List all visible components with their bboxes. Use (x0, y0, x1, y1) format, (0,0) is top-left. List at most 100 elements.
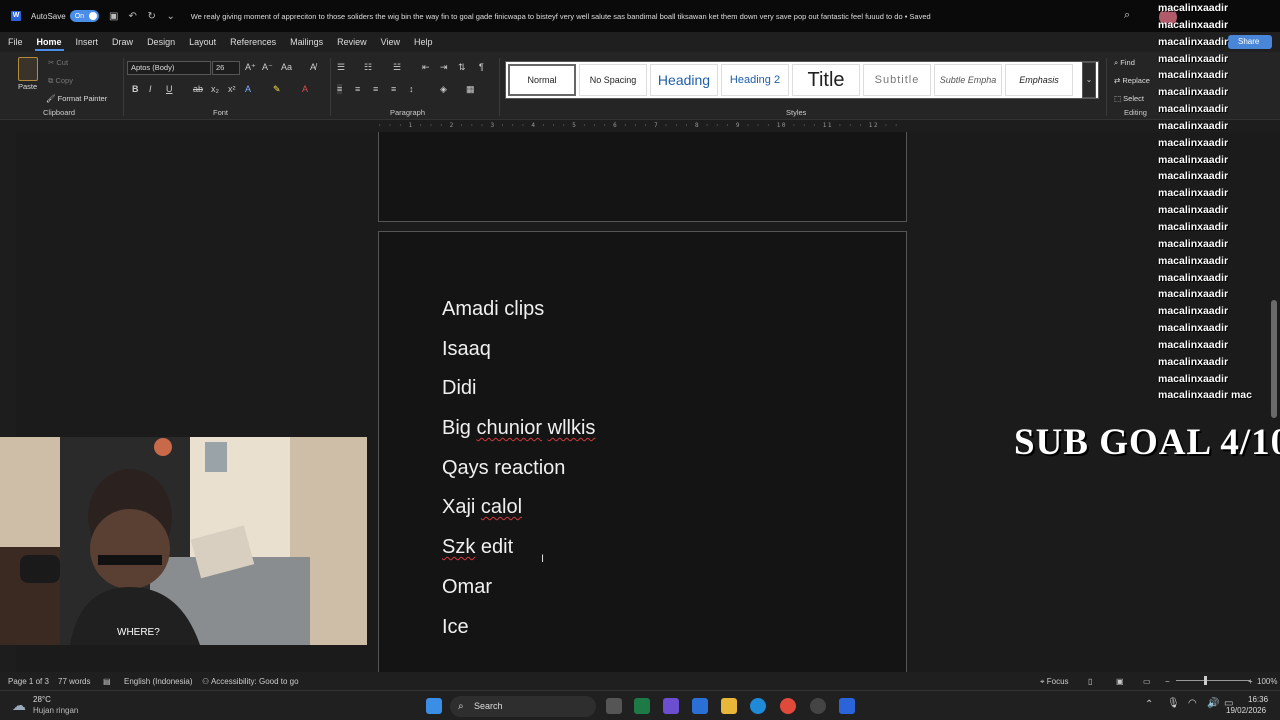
shrink-font-icon[interactable]: A⁻ (262, 62, 273, 73)
change-case-icon[interactable]: Aa (281, 62, 292, 72)
m365-icon[interactable] (663, 698, 679, 714)
highlight-icon[interactable]: ✎ (273, 84, 281, 95)
sort-icon[interactable]: ⇅ (458, 62, 466, 73)
style-normal[interactable]: Normal (508, 64, 576, 96)
read-mode-icon[interactable]: ▯ (1088, 677, 1092, 686)
style-subtitle[interactable]: Subtitle (863, 64, 931, 96)
taskbar-search[interactable]: ⌕ Search (450, 696, 596, 717)
italic-icon[interactable]: I (149, 84, 152, 94)
style-title[interactable]: Title (792, 64, 860, 96)
font-color-icon[interactable]: A (302, 84, 308, 94)
strikethrough-icon[interactable]: ab (193, 84, 203, 94)
tab-view[interactable]: View (373, 32, 406, 52)
tab-review[interactable]: Review (329, 32, 373, 52)
justify-icon[interactable]: ≡ (391, 84, 396, 94)
increase-indent-icon[interactable]: ⇥ (440, 62, 448, 73)
clock-time[interactable]: 16:36 (1248, 695, 1268, 704)
tab-references[interactable]: References (222, 32, 282, 52)
excel-icon[interactable] (634, 698, 650, 714)
style-heading-2[interactable]: Heading 2 (721, 64, 789, 96)
styles-more-button[interactable]: ⌄ (1082, 62, 1096, 98)
customize-qat-icon[interactable]: ⌄ (164, 11, 178, 22)
word-icon[interactable] (839, 698, 855, 714)
shading-icon[interactable]: ◈ (440, 84, 447, 95)
decrease-indent-icon[interactable]: ⇤ (422, 62, 430, 73)
style-emphasis[interactable]: Emphasis (1005, 64, 1073, 96)
chrome-icon[interactable] (780, 698, 796, 714)
underline-icon[interactable]: U (166, 84, 173, 94)
microphone-icon[interactable]: 🎙 (1167, 698, 1180, 709)
language-indicator[interactable]: English (Indonesia) (124, 677, 192, 686)
weather-temp[interactable]: 28°C (33, 695, 51, 704)
weather-desc[interactable]: Hujan ringan (33, 706, 78, 715)
tab-design[interactable]: Design (139, 32, 181, 52)
grow-font-icon[interactable]: A⁺ (245, 62, 256, 73)
doc-word-misspelled[interactable]: calol (481, 496, 522, 518)
font-name-dropdown[interactable]: Aptos (Body) (127, 61, 211, 75)
zoom-out-icon[interactable]: − (1165, 677, 1170, 686)
tab-home[interactable]: Home (29, 32, 68, 52)
show-marks-icon[interactable]: ¶ (479, 62, 484, 72)
paste-icon[interactable] (18, 57, 38, 81)
doc-line[interactable]: Szk edit (442, 536, 513, 559)
weather-icon[interactable]: ☁ (12, 697, 26, 714)
edge-icon[interactable] (750, 698, 766, 714)
document-title[interactable]: We realy giving moment of appreciton to … (191, 12, 931, 21)
select-button[interactable]: ⬚ Select (1114, 94, 1144, 103)
word-count[interactable]: 77 words (58, 677, 90, 686)
focus-button[interactable]: ⌖ Focus (1040, 677, 1069, 687)
doc-line[interactable]: Qays reaction (442, 457, 565, 480)
save-icon[interactable]: ▣ (107, 11, 121, 22)
doc-line[interactable]: Omar (442, 576, 492, 599)
doc-line[interactable]: Didi (442, 377, 476, 400)
page-count[interactable]: Page 1 of 3 (8, 677, 49, 686)
superscript-icon[interactable]: x² (228, 84, 236, 94)
accessibility-checker[interactable]: ⚇ Accessibility: Good to go (202, 677, 299, 686)
horizontal-ruler[interactable]: · · · 1 · · · 2 · · · 3 · · · 4 · · · 5 … (0, 120, 1280, 132)
web-layout-icon[interactable]: ▭ (1143, 677, 1151, 686)
doc-line[interactable]: Isaaq (442, 338, 491, 361)
file-explorer-icon[interactable] (721, 698, 737, 714)
store-icon[interactable] (692, 698, 708, 714)
align-right-icon[interactable]: ≡ (373, 84, 378, 94)
clock-date[interactable]: 19/02/2026 (1226, 706, 1266, 715)
tab-file[interactable]: File (0, 32, 29, 52)
redo-icon[interactable]: ↻ (145, 11, 159, 22)
bullets-icon[interactable]: ☰ (337, 62, 345, 73)
tab-mailings[interactable]: Mailings (282, 32, 329, 52)
undo-icon[interactable]: ↶ (126, 11, 140, 22)
style-subtle-emphasis[interactable]: Subtle Empha (934, 64, 1002, 96)
task-view-icon[interactable] (606, 698, 622, 714)
format-painter-button[interactable]: 🖌 Format Painter (46, 94, 107, 103)
doc-line[interactable]: Amadi clips (442, 298, 544, 321)
doc-line[interactable]: Xaji calol (442, 496, 522, 519)
zoom-slider[interactable] (1176, 680, 1250, 681)
tab-draw[interactable]: Draw (104, 32, 139, 52)
clear-formatting-icon[interactable]: A̸ (310, 62, 316, 72)
borders-icon[interactable]: ▦ (466, 84, 475, 95)
align-center-icon[interactable]: ≡ (355, 84, 360, 94)
copy-button[interactable]: ⧉ Copy (48, 76, 73, 86)
print-layout-icon[interactable]: ▣ (1116, 677, 1124, 686)
find-button[interactable]: ⌕ Find (1114, 58, 1135, 68)
style-heading[interactable]: Heading (650, 64, 718, 96)
tab-insert[interactable]: Insert (68, 32, 105, 52)
start-icon[interactable] (426, 698, 442, 714)
zoom-level[interactable]: 100% (1257, 677, 1277, 686)
zoom-in-icon[interactable]: + (1248, 677, 1253, 686)
doc-word-misspelled[interactable]: Szk (442, 536, 475, 558)
font-size-dropdown[interactable]: 26 (212, 61, 240, 75)
autosave-toggle[interactable]: On (69, 10, 99, 22)
document-page-previous[interactable] (378, 132, 907, 222)
search-icon[interactable]: ⌕ (1124, 9, 1130, 22)
volume-icon[interactable]: 🔊 (1207, 698, 1219, 709)
doc-line[interactable]: Ice (442, 616, 469, 639)
multilevel-list-icon[interactable]: ☱ (393, 62, 401, 73)
text-effects-icon[interactable]: A (245, 84, 251, 94)
numbering-icon[interactable]: ☷ (364, 62, 372, 73)
proofing-icon[interactable]: ▤ (103, 677, 111, 686)
doc-word-misspelled[interactable]: chunior (476, 417, 542, 439)
zoom-slider-thumb[interactable] (1204, 676, 1207, 685)
replace-button[interactable]: ⇄ Replace (1114, 76, 1150, 85)
chevron-up-icon[interactable]: ⌃ (1145, 699, 1153, 710)
